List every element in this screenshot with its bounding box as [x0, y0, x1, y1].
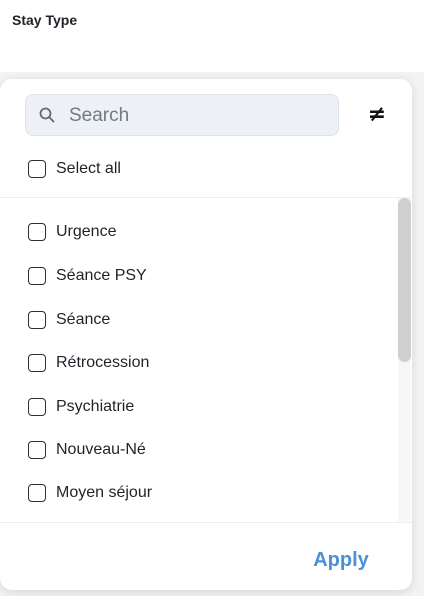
checkbox-box[interactable] — [28, 441, 46, 459]
option-seance[interactable]: Séance — [28, 308, 110, 332]
search-input[interactable]: Search — [25, 94, 339, 136]
checkbox-box[interactable] — [28, 354, 46, 372]
divider — [0, 197, 412, 198]
not-equal-icon[interactable]: ≠ — [366, 100, 388, 130]
option-moyen-sejour[interactable]: Moyen séjour — [28, 481, 152, 505]
option-label: Séance PSY — [56, 267, 147, 284]
scrollbar-thumb[interactable] — [398, 198, 411, 362]
checkbox-box[interactable] — [28, 160, 46, 178]
option-urgence[interactable]: Urgence — [28, 220, 116, 244]
option-label: Psychiatrie — [56, 398, 135, 415]
checkbox-box[interactable] — [28, 398, 46, 416]
option-label: Rétrocession — [56, 354, 150, 371]
option-label: Nouveau-Né — [56, 441, 146, 458]
checkbox-box[interactable] — [28, 311, 46, 329]
option-label: Moyen séjour — [56, 484, 153, 501]
apply-button[interactable]: Apply — [296, 544, 386, 576]
select-all-checkbox[interactable]: Select all — [28, 157, 121, 181]
search-placeholder: Search — [69, 105, 130, 126]
option-label: Urgence — [56, 223, 117, 240]
checkbox-box[interactable] — [28, 223, 46, 241]
footer-divider — [0, 522, 412, 523]
checkbox-box[interactable] — [28, 267, 46, 285]
option-retrocession[interactable]: Rétrocession — [28, 351, 149, 375]
option-seance-psy[interactable]: Séance PSY — [28, 264, 147, 288]
option-psychiatrie[interactable]: Psychiatrie — [28, 395, 134, 419]
filter-title: Stay Type — [12, 12, 78, 28]
search-icon — [39, 107, 55, 123]
checkbox-box[interactable] — [28, 484, 46, 502]
filter-dropdown-panel — [0, 79, 412, 590]
option-label: Séance — [56, 311, 111, 328]
option-nouveau-ne[interactable]: Nouveau-Né — [28, 438, 146, 462]
select-all-label: Select all — [56, 160, 121, 177]
